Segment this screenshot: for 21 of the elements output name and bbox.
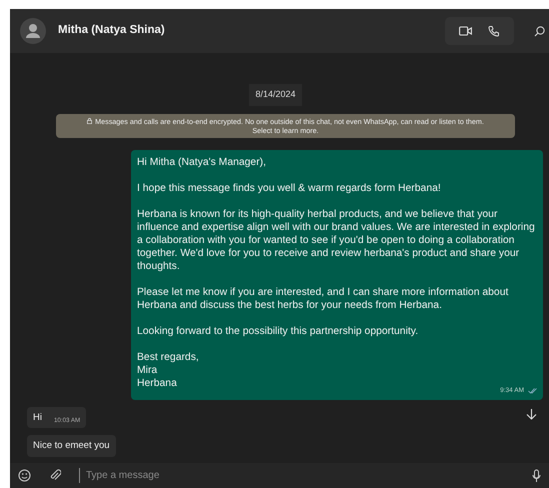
message-text: Looking forward to the possibility this partnership opportunity.	[137, 326, 418, 338]
message-text: Please let me know if you are interested, and I can share more information about Herbana and discuss the best herbs for your needs from Herbana.	[137, 287, 508, 312]
lock-icon	[87, 118, 92, 124]
contact-name[interactable]: Mitha (Natya Shina)	[58, 22, 165, 40]
message-text: Best regards,	[137, 352, 199, 364]
video-camera-icon	[459, 26, 472, 36]
message-text: Mira	[137, 365, 158, 376]
message-composer[interactable]: Type a message	[10, 463, 549, 488]
message-text: Herbana is known for its high-quality herbal products, and we believe that your influence and expertise align well with our brand values. We are interested in exploring a collaboration with you for wanted to see if you'd be open to doing a collaboration together. We'd love for you to receive and review herbana's product and share your thoughts.	[137, 209, 535, 272]
message-text: I hope this message finds you well & warm regards form Herbana!	[137, 183, 441, 194]
scroll-down-icon[interactable]	[526, 408, 537, 420]
attach-button[interactable]	[49, 469, 61, 482]
emoji-button[interactable]	[18, 469, 31, 482]
message-text: Nice to emeet you	[33, 439, 110, 454]
message-text: Herbana	[137, 378, 177, 390]
date-badge: 8/14/2024	[249, 84, 302, 106]
avatar-icon[interactable]	[20, 18, 46, 44]
message-text: Hi Mitha (Natya's Manager),	[137, 157, 266, 168]
microphone-button[interactable]	[532, 468, 541, 482]
phone-icon	[488, 25, 500, 37]
message-text: Hi	[33, 411, 42, 426]
